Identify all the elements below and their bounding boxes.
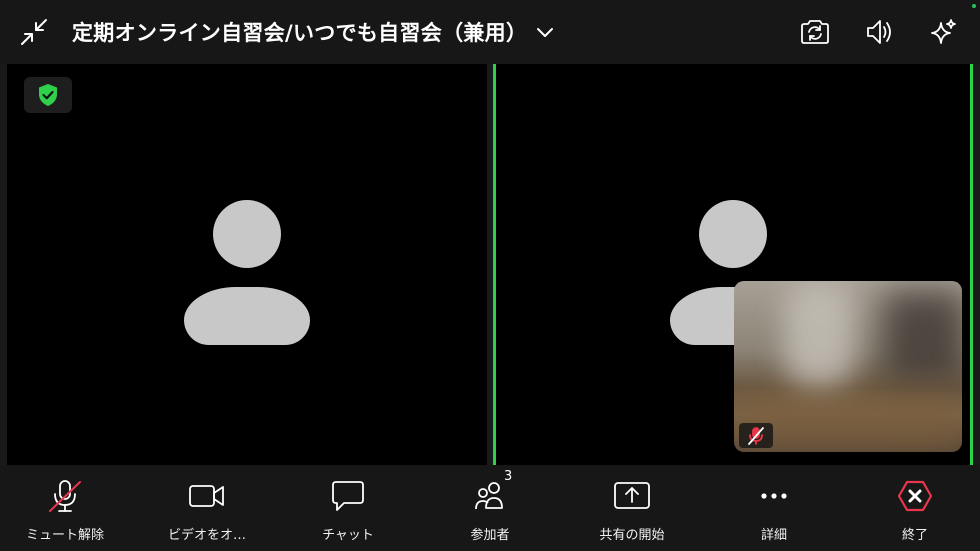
avatar-head [699,200,767,268]
meeting-title-dropdown[interactable]: 定期オンライン自習会/いつでも自習会（兼用） [72,17,555,47]
meeting-window: 定期オンライン自習会/いつでも自習会（兼用） ミュート解除 ビデオをオ… チャッ… [0,0,980,551]
participant-tile[interactable] [7,64,487,465]
video-blur [884,291,962,381]
unmute-button[interactable]: ミュート解除 [0,465,130,551]
chat-button[interactable]: チャット [283,465,413,551]
chat-bubble-icon [326,478,370,514]
mic-muted-icon [43,478,87,514]
avatar-body [184,287,310,345]
more-label: 詳細 [760,528,787,543]
more-dots-icon [752,478,796,514]
video-blur [784,281,854,391]
camera-switch-icon[interactable] [798,15,832,49]
avatar-head [213,200,281,268]
speaker-icon[interactable] [862,15,896,49]
video-button[interactable]: ビデオをオ… [142,465,272,551]
shield-check-icon[interactable] [24,77,72,113]
compress-arrows-icon[interactable] [17,15,51,49]
chevron-down-icon [535,25,555,39]
participant-count: 3 [504,469,513,484]
share-label: 共有の開始 [599,528,665,543]
chat-label: チャット [322,528,374,543]
unmute-label: ミュート解除 [25,528,104,543]
end-label: 終了 [901,528,928,543]
meeting-toolbar: ミュート解除 ビデオをオ… チャット 3 参加者 共有の開始 詳細 終了 [0,465,980,551]
meeting-title: 定期オンライン自習会/いつでも自習会（兼用） [72,21,528,45]
participants-label: 参加者 [470,528,510,543]
video-grid [0,64,980,465]
self-view-video[interactable] [734,281,962,452]
end-meeting-button[interactable]: 終了 [850,465,980,551]
more-button[interactable]: 詳細 [709,465,839,551]
video-camera-icon [185,478,229,514]
share-screen-button[interactable]: 共有の開始 [567,465,697,551]
sparkle-icon[interactable] [926,15,960,49]
status-dot [972,4,976,8]
mic-muted-icon [739,423,773,448]
share-screen-icon [610,478,654,514]
participants-button[interactable]: 3 参加者 [425,465,555,551]
end-meeting-icon [893,478,937,514]
video-label: ビデオをオ… [167,528,246,543]
meeting-header: 定期オンライン自習会/いつでも自習会（兼用） [0,0,980,64]
